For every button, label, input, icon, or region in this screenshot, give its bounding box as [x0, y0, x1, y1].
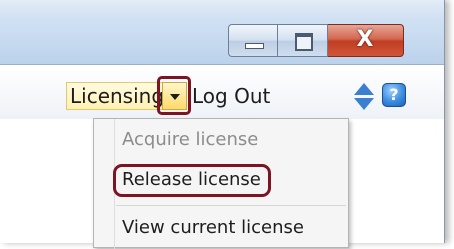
maximize-button[interactable]: [278, 24, 328, 57]
licensing-label: Licensing: [70, 84, 165, 108]
release-license-highlight-outline: [113, 164, 271, 197]
help-icon[interactable]: ?: [382, 83, 406, 107]
close-icon: X: [356, 27, 374, 52]
logout-link[interactable]: Log Out: [192, 83, 270, 109]
title-bar-shine: [0, 0, 444, 22]
minimize-button[interactable]: [228, 24, 278, 57]
toolbar: Licensing Log Out ?: [0, 64, 444, 120]
licensing-menu-button[interactable]: Licensing: [66, 82, 169, 110]
arrow-down-icon: [354, 98, 374, 110]
maximize-icon: [295, 33, 313, 51]
menu-separator: [116, 205, 346, 206]
menu-item-acquire-license[interactable]: Acquire license: [122, 128, 258, 152]
licensing-dropdown-menu: Acquire license Release license View cur…: [93, 118, 349, 249]
dropdown-arrow-highlight-outline: [157, 76, 191, 115]
close-button[interactable]: X: [328, 24, 404, 57]
title-bar: X: [0, 0, 444, 64]
minimize-icon: [245, 43, 264, 49]
menu-item-view-current-license[interactable]: View current license: [122, 216, 304, 240]
expand-collapse-icon[interactable]: [354, 81, 374, 113]
arrow-up-icon: [354, 83, 374, 95]
